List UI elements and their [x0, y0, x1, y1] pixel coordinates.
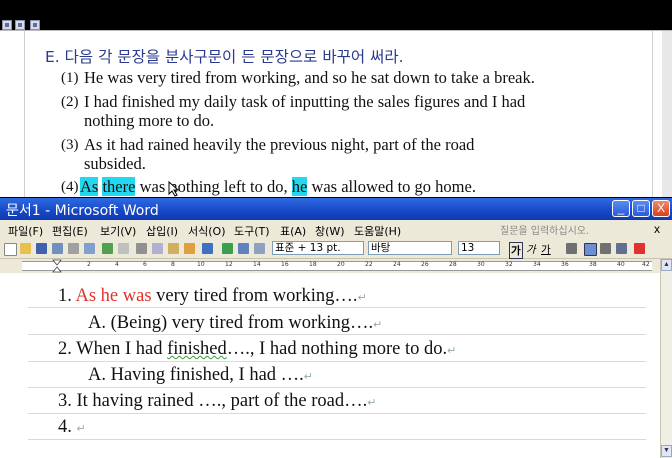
font-size-select[interactable]: 13	[458, 241, 500, 255]
menu-window[interactable]: 창(W)	[315, 223, 345, 239]
doc-line: 2. When I had finished…., I had nothing …	[58, 339, 457, 359]
item-text: As it had rained heavily the previous ni…	[84, 135, 475, 154]
item-text: nothing more to do.	[84, 111, 215, 130]
numbering-icon[interactable]	[616, 243, 627, 254]
item-number: (2)	[61, 94, 79, 110]
paste-icon[interactable]	[168, 243, 179, 254]
ruler-number: 14	[253, 261, 261, 268]
ruler-number: 10	[197, 261, 205, 268]
ruler-number: 4	[115, 261, 119, 268]
align-left-icon[interactable]	[566, 243, 577, 254]
font-color-icon[interactable]	[634, 243, 645, 254]
view-outline-icon[interactable]	[30, 20, 40, 30]
ruler-number: 36	[561, 261, 569, 268]
ruler[interactable]: 2 4 6 8 10 12 14 16 18 20 22 24 26 28 30…	[0, 259, 672, 273]
section-title: E. 다음 각 문장을 분사구문이 든 문장으로 바꾸어 써라.	[45, 48, 404, 66]
formatting-toolbar: 표준 + 13 pt. 바탕 13 가 가 가	[0, 240, 672, 259]
ruler-number: 34	[533, 261, 541, 268]
ruler-number: 2	[87, 261, 91, 268]
print-icon[interactable]	[68, 243, 79, 254]
undo-icon[interactable]	[202, 243, 213, 254]
spelling-icon[interactable]	[102, 243, 113, 254]
hyperlink-icon[interactable]	[222, 243, 233, 254]
italic-button[interactable]: 가	[526, 242, 536, 257]
menu-edit[interactable]: 편집(E)	[52, 223, 88, 239]
vertical-scrollbar[interactable]: ▲ ▼	[660, 259, 672, 458]
doc-line: A. (Being) very tired from working….↵	[88, 313, 383, 333]
line-spacing-icon[interactable]	[600, 243, 611, 254]
doc-line: 1. As he was very tired from working….↵	[58, 286, 367, 306]
ruler-number: 40	[617, 261, 625, 268]
format-painter-icon[interactable]	[184, 243, 195, 254]
ruler-number: 6	[143, 261, 147, 268]
scroll-up-button[interactable]: ▲	[661, 259, 672, 271]
justify-icon[interactable]	[584, 243, 597, 256]
bold-button[interactable]: 가	[509, 242, 523, 259]
underline-button[interactable]: 가	[541, 242, 551, 257]
print-preview-icon[interactable]	[84, 243, 95, 254]
item-text: subsided.	[84, 154, 146, 173]
cut-icon[interactable]	[136, 243, 147, 254]
doc-line: 3. It having rained …., part of the road…	[58, 391, 377, 411]
permission-icon[interactable]	[52, 243, 63, 254]
ruler-number: 22	[365, 261, 373, 268]
tables-icon[interactable]	[238, 243, 249, 254]
menu-insert[interactable]: 삽입(I)	[146, 223, 178, 239]
new-document-icon[interactable]	[4, 243, 17, 256]
word-title-bar[interactable]: 문서1 - Microsoft Word _ □ X	[0, 198, 672, 220]
ruler-number: 26	[421, 261, 429, 268]
indent-marker-icon[interactable]	[52, 259, 62, 273]
font-select[interactable]: 바탕	[368, 241, 452, 255]
close-document-button[interactable]: x	[654, 222, 660, 236]
ruler-number: 38	[589, 261, 597, 268]
document-body[interactable]: 1. As he was very tired from working….↵ …	[0, 273, 660, 458]
close-button[interactable]: X	[652, 200, 670, 217]
ruler-number: 8	[171, 261, 175, 268]
item-number: (4)	[61, 179, 79, 195]
menu-table[interactable]: 표(A)	[280, 223, 306, 239]
menu-file[interactable]: 파일(F)	[8, 223, 43, 239]
menu-format[interactable]: 서식(O)	[188, 223, 225, 239]
ruler-number: 18	[309, 261, 317, 268]
window-title: 문서1 - Microsoft Word	[6, 203, 159, 219]
textbook-page: E. 다음 각 문장을 분사구문이 든 문장으로 바꾸어 써라. (1) He …	[0, 30, 672, 197]
ruler-number: 16	[281, 261, 289, 268]
menu-help[interactable]: 도움말(H)	[354, 223, 401, 239]
open-icon[interactable]	[20, 243, 31, 254]
upper-scrollbar[interactable]	[662, 31, 672, 197]
item-text: I had finished my daily task of inputtin…	[84, 92, 526, 111]
item-text-highlighted: As there was nothing left to do, he was …	[80, 177, 476, 196]
ruler-number: 32	[505, 261, 513, 268]
save-icon[interactable]	[36, 243, 47, 254]
style-select[interactable]: 표준 + 13 pt.	[272, 241, 364, 255]
doc-line: 4. ↵	[58, 417, 86, 437]
mouse-cursor-icon	[168, 181, 180, 197]
ruler-number: 30	[477, 261, 485, 268]
ruler-number: 12	[225, 261, 233, 268]
ruler-number: 24	[393, 261, 401, 268]
item-number: (1)	[61, 70, 79, 86]
ruler-number: 28	[449, 261, 457, 268]
item-text: He was very tired from working, and so h…	[84, 68, 535, 87]
ruler-number: 20	[337, 261, 345, 268]
columns-icon[interactable]	[254, 243, 265, 254]
menu-tools[interactable]: 도구(T)	[234, 223, 270, 239]
menu-bar: 파일(F) 편집(E) 보기(V) 삽입(I) 서식(O) 도구(T) 표(A)…	[0, 220, 672, 241]
help-question-input[interactable]: 질문을 입력하십시오.	[500, 222, 620, 237]
item-number: (3)	[61, 137, 79, 153]
copy-icon[interactable]	[152, 243, 163, 254]
minimize-button[interactable]: _	[612, 200, 630, 217]
research-icon[interactable]	[118, 243, 129, 254]
view-layout-icon[interactable]	[15, 20, 25, 30]
doc-line: A. Having finished, I had ….↵	[88, 365, 314, 385]
view-normal-icon[interactable]	[2, 20, 12, 30]
menu-view[interactable]: 보기(V)	[100, 223, 136, 239]
ruler-number: 42	[642, 261, 650, 268]
maximize-button[interactable]: □	[632, 200, 650, 217]
scroll-down-button[interactable]: ▼	[661, 445, 672, 457]
